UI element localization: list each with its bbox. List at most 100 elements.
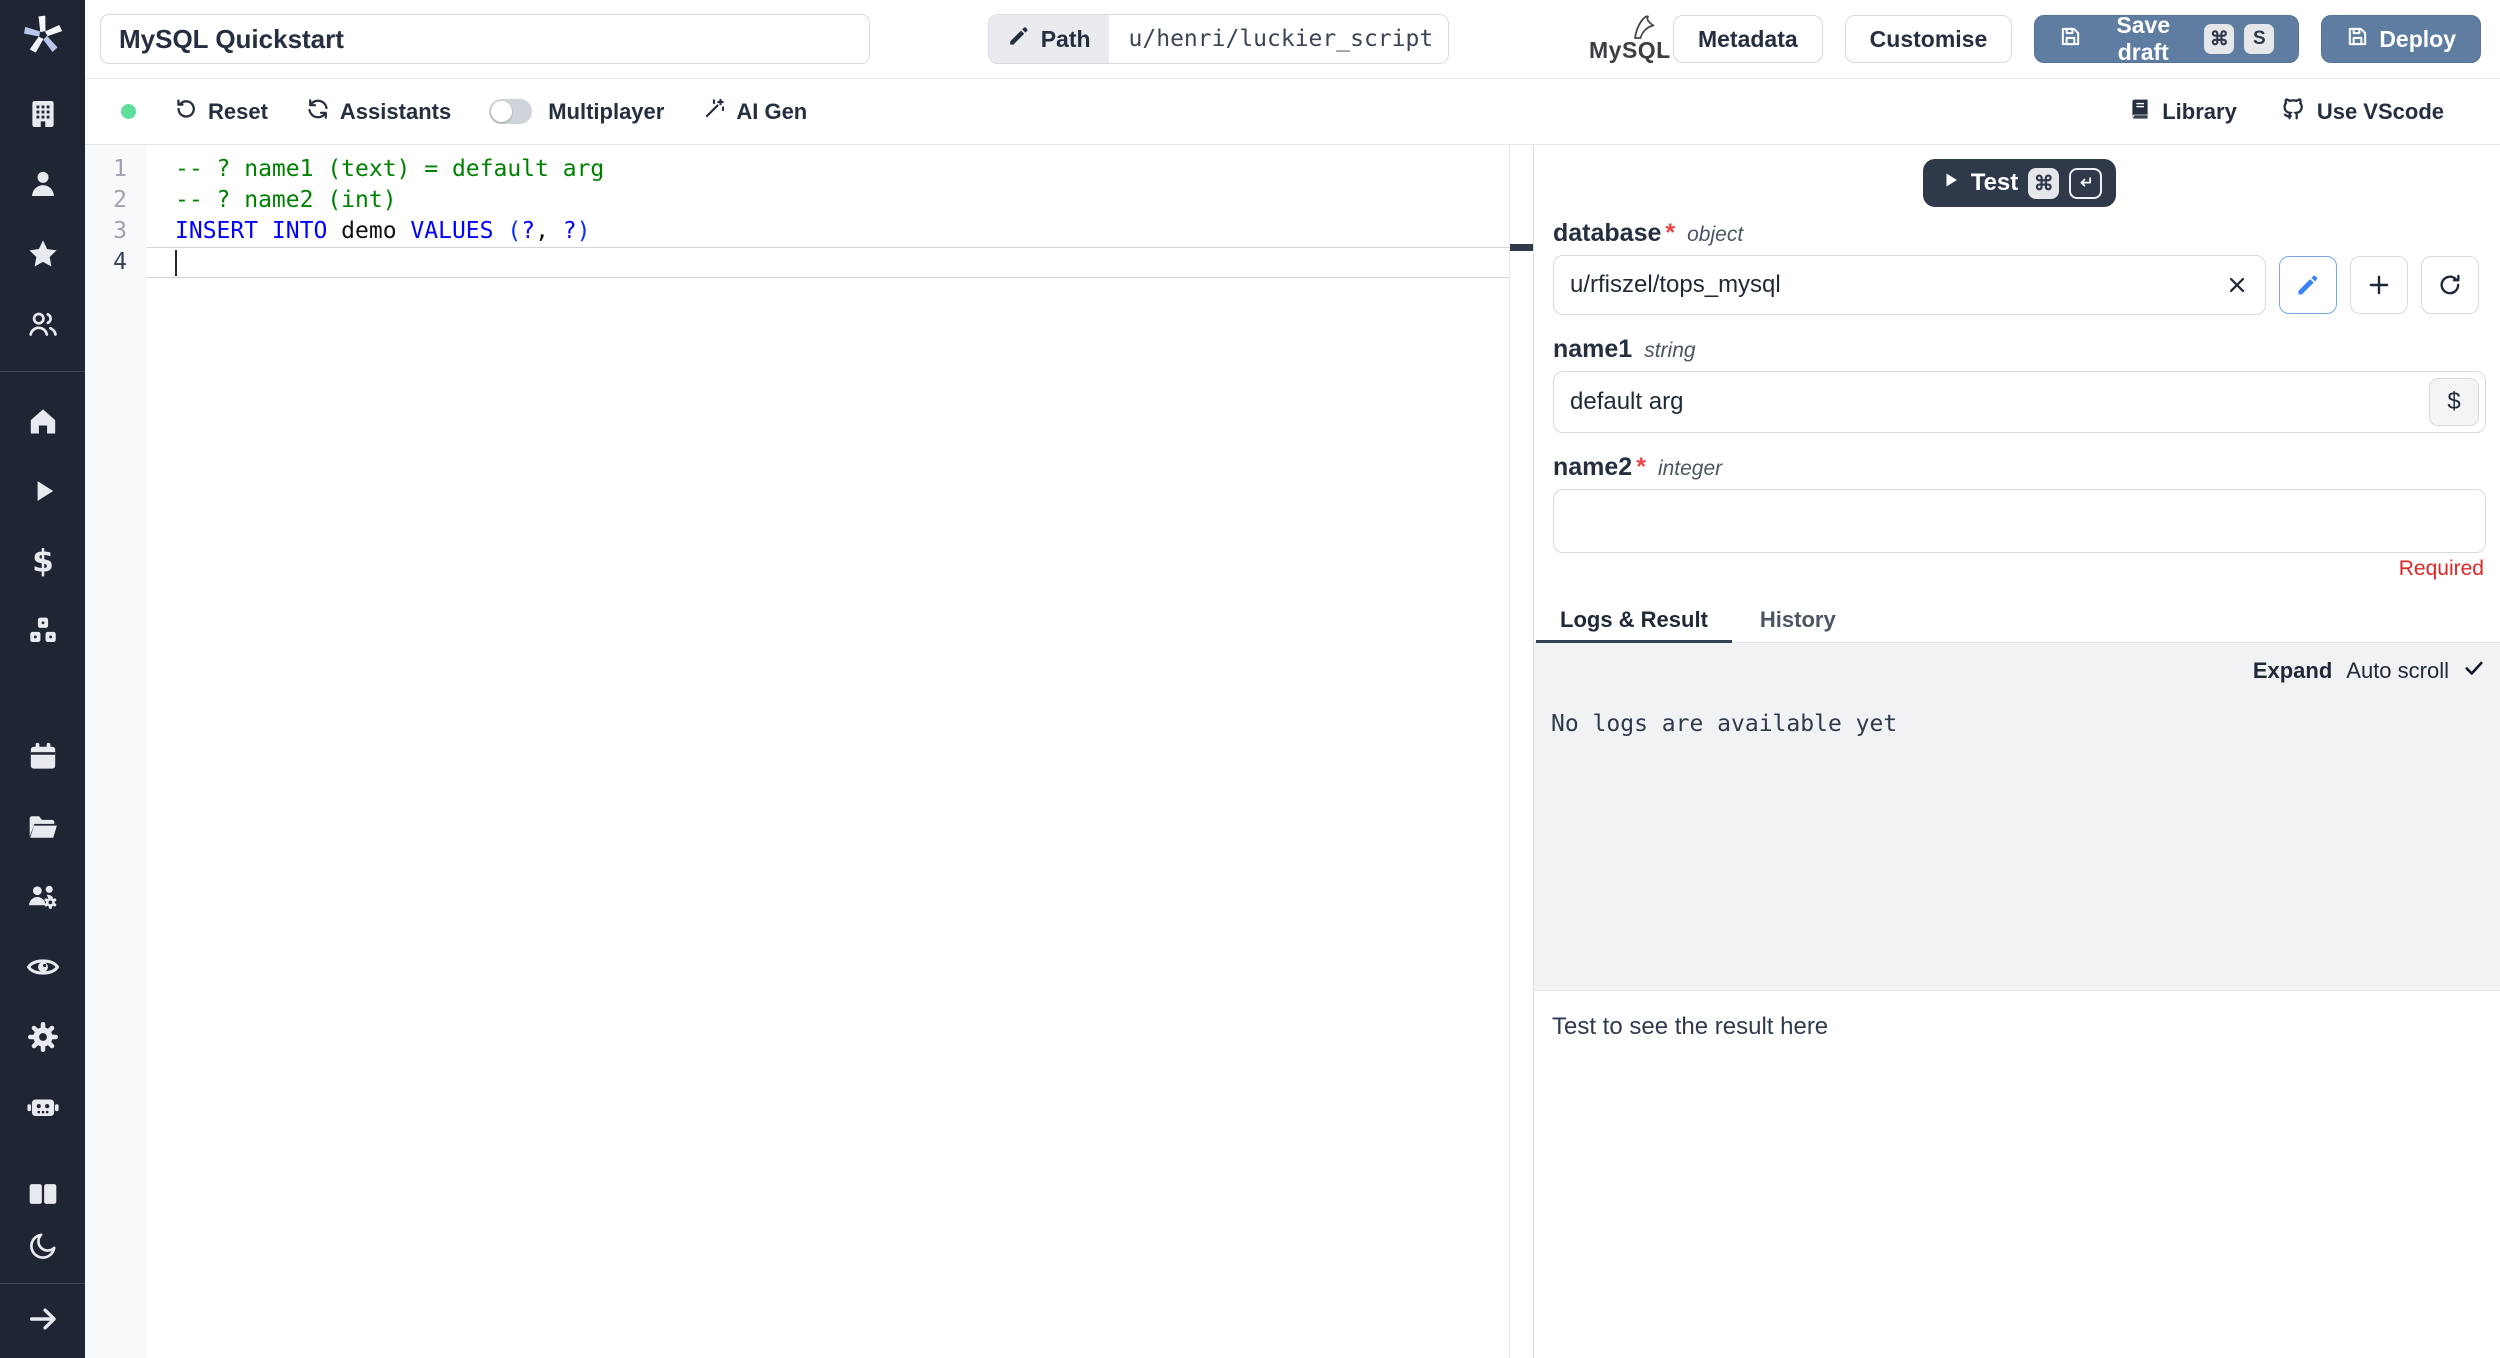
dark-mode-moon-icon[interactable] <box>0 1223 85 1269</box>
path-edit-button[interactable]: Path <box>988 15 1109 63</box>
line-number: 1 <box>113 156 127 182</box>
docs-book-icon[interactable] <box>0 1171 85 1217</box>
kbd-enter <box>2069 167 2103 199</box>
app-window: $ MySQL Quickstart Path u/henri/luckier_… <box>0 0 2500 1358</box>
required-asterisk: * <box>1665 219 1676 247</box>
folders-icon[interactable] <box>0 804 85 850</box>
logs-pane: Expand Auto scroll No logs are available… <box>1534 643 2500 990</box>
test-button[interactable]: Test ⌘ <box>1922 159 2117 207</box>
code-line[interactable]: 3 INSERT INTO demo VALUES (?, ?) <box>85 216 1533 247</box>
clear-database-button[interactable] <box>2226 274 2248 296</box>
field-label-database: database * object <box>1553 219 2486 249</box>
path-label: Path <box>1040 25 1091 52</box>
edit-resource-button[interactable] <box>2279 256 2337 314</box>
status-dot <box>121 104 136 119</box>
wand-icon <box>702 97 726 127</box>
save-draft-label: Save draft <box>2116 12 2171 65</box>
result-tabs: Logs & Result History <box>1534 597 2500 644</box>
required-error: Required <box>2398 557 2484 580</box>
refresh-resource-button[interactable] <box>2421 256 2479 314</box>
library-button[interactable]: Library <box>2128 97 2237 127</box>
groups-gear-icon[interactable] <box>0 874 85 920</box>
play-icon <box>1941 169 1961 197</box>
settings-gear-icon[interactable] <box>0 1014 85 1060</box>
sidebar: $ <box>0 0 85 1358</box>
tab-logs-result[interactable]: Logs & Result <box>1534 597 1734 644</box>
editor-toolbar: Reset Assistants Multiplayer AI Gen Libr… <box>85 79 2500 145</box>
audit-eye-icon[interactable] <box>0 944 85 990</box>
runs-play-icon[interactable] <box>0 468 85 514</box>
user-icon[interactable] <box>0 161 85 207</box>
schedules-calendar-icon[interactable] <box>0 734 85 780</box>
code-line[interactable]: 1 -- ? name1 (text) = default arg <box>85 154 1533 185</box>
save-icon <box>2346 25 2369 54</box>
code-line[interactable]: 4 <box>85 247 1533 278</box>
ai-gen-button[interactable]: AI Gen <box>702 97 807 127</box>
refresh-icon <box>306 97 330 127</box>
save-draft-button[interactable]: Save draft ⌘ S <box>2034 12 2300 65</box>
kbd-cmd: ⌘ <box>2204 24 2235 54</box>
pencil-icon <box>2298 275 2318 295</box>
reset-label: Reset <box>208 98 268 124</box>
use-vscode-button[interactable]: Use VScode <box>2281 96 2444 128</box>
reset-button[interactable]: Reset <box>174 97 268 127</box>
topbar: Path u/henri/luckier_script MySQL Metada… <box>85 0 2500 79</box>
resources-cubes-icon[interactable] <box>0 608 85 654</box>
book-icon <box>2128 97 2152 127</box>
home-icon[interactable] <box>0 398 85 444</box>
github-icon <box>2281 96 2307 128</box>
metadata-button[interactable]: Metadata <box>1672 15 1823 63</box>
field-label-name1: name1 string <box>1553 335 2486 365</box>
text-cursor <box>175 250 178 276</box>
overview-ruler[interactable] <box>1509 145 1533 1358</box>
multiplayer-toggle[interactable] <box>489 99 533 124</box>
code-editor[interactable]: 1 -- ? name1 (text) = default arg 2 -- ? na… <box>85 145 1533 1358</box>
name1-input[interactable] <box>1553 371 2486 433</box>
field-type: object <box>1687 223 1744 246</box>
editor-gutter <box>85 145 147 1358</box>
mysql-logo: MySQL <box>1569 10 1673 68</box>
assistants-button[interactable]: Assistants <box>306 97 451 127</box>
plus-icon <box>2369 275 2389 295</box>
path-value[interactable]: u/henri/luckier_script <box>1108 15 1448 63</box>
script-title-input[interactable] <box>100 14 870 64</box>
required-asterisk: * <box>1636 453 1646 481</box>
field-name: database <box>1553 219 1662 247</box>
deploy-button[interactable]: Deploy <box>2321 15 2481 63</box>
name2-input[interactable] <box>1553 489 2486 553</box>
variables-dollar-icon[interactable]: $ <box>0 538 85 584</box>
field-label-name2: name2 * integer <box>1553 453 2486 483</box>
variable-picker-button[interactable]: $ <box>2429 378 2479 426</box>
library-label: Library <box>2162 98 2237 124</box>
assistants-label: Assistants <box>339 98 452 124</box>
overview-cursor-marker[interactable] <box>1510 244 1533 251</box>
field-name: name2 <box>1553 453 1633 481</box>
reset-icon <box>174 97 198 127</box>
path-control: Path u/henri/luckier_script <box>987 14 1449 64</box>
customise-button[interactable]: Customise <box>1844 15 2013 63</box>
tab-history[interactable]: History <box>1734 597 1862 642</box>
windmill-logo-icon[interactable] <box>20 12 66 63</box>
collapse-arrow-icon[interactable] <box>0 1296 85 1342</box>
expand-button[interactable]: Expand <box>2253 658 2332 684</box>
autoscroll-label: Auto scroll <box>2346 657 2449 683</box>
customise-label: Customise <box>1869 25 1988 52</box>
star-icon[interactable] <box>0 231 85 277</box>
field-type: string <box>1644 339 1696 362</box>
field-type: integer <box>1657 457 1723 480</box>
use-vscode-label: Use VScode <box>2316 98 2444 124</box>
line-content: -- ? name2 (int) <box>175 187 397 213</box>
database-input[interactable] <box>1553 255 2266 315</box>
check-icon <box>2465 661 2483 675</box>
sidebar-divider <box>0 1283 85 1284</box>
autoscroll-checkbox[interactable] <box>2463 657 2485 684</box>
code-line[interactable]: 2 -- ? name2 (int) <box>85 185 1533 216</box>
add-resource-button[interactable] <box>2350 256 2408 314</box>
users-icon[interactable] <box>0 301 85 347</box>
workspace-icon[interactable] <box>0 91 85 137</box>
result-placeholder: Test to see the result here <box>1552 1013 1829 1040</box>
field-name: name1 <box>1553 335 1633 363</box>
robot-icon[interactable] <box>0 1084 85 1130</box>
test-label: Test <box>1970 169 2019 196</box>
line-number: 4 <box>113 249 127 275</box>
